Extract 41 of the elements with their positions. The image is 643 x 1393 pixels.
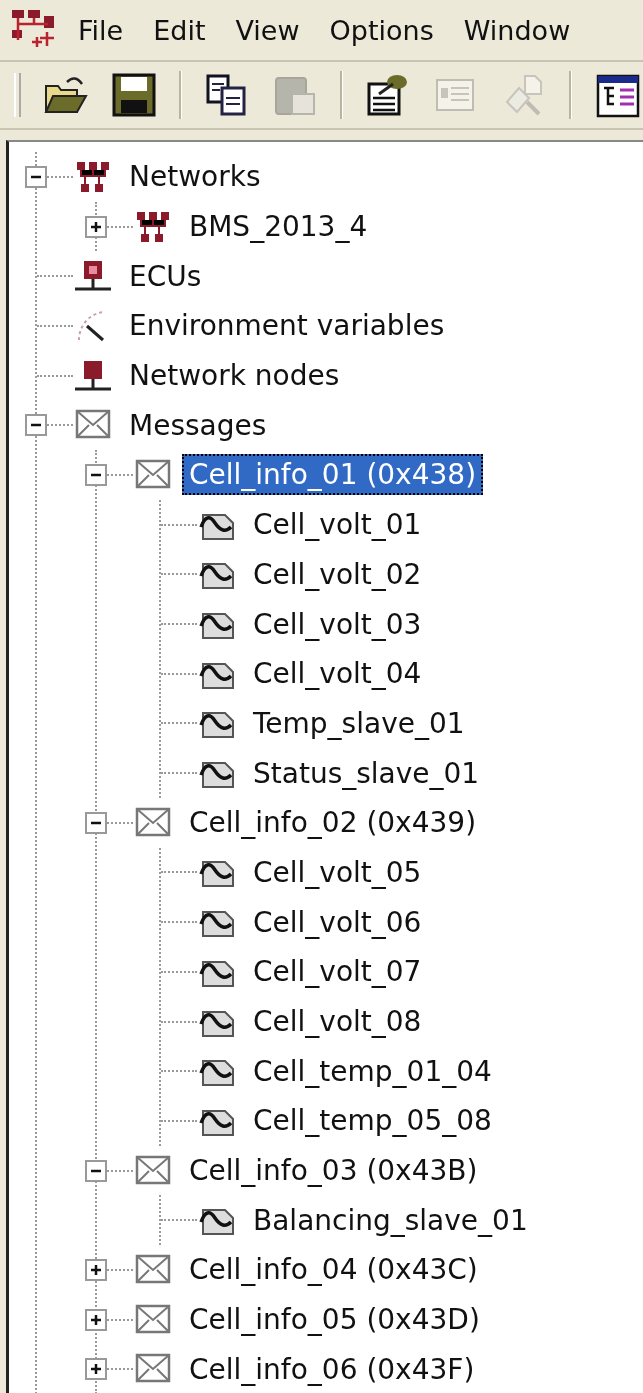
expand-icon[interactable] xyxy=(85,215,107,238)
tree-item[interactable]: Cell_volt_05 xyxy=(246,851,429,893)
tree-item[interactable]: Balancing_slave_01 xyxy=(246,1199,535,1241)
tree-item[interactable]: Cell_volt_01 xyxy=(246,504,429,546)
tree-item[interactable]: BMS_2013_4 xyxy=(182,206,375,248)
tree-item[interactable]: ECUs xyxy=(122,255,209,297)
menu-item[interactable]: File xyxy=(78,14,124,46)
toolbar-grip[interactable] xyxy=(14,73,21,117)
menu-item[interactable]: View xyxy=(235,14,300,46)
tree-item[interactable]: Messages xyxy=(122,404,274,446)
tree-item[interactable]: Cell_volt_02 xyxy=(246,553,429,595)
menu-item[interactable]: Options xyxy=(329,14,434,46)
tree-view-icon[interactable] xyxy=(594,72,640,118)
collapse-icon[interactable] xyxy=(25,165,47,188)
tree-item[interactable]: Cell_temp_05_08 xyxy=(246,1100,499,1142)
tree-item[interactable]: Cell_volt_06 xyxy=(246,901,429,943)
tree-item[interactable]: Cell_info_03 (0x43B) xyxy=(182,1150,485,1192)
collapse-icon[interactable] xyxy=(85,1159,107,1182)
tree-item[interactable]: Cell_volt_08 xyxy=(246,1001,429,1043)
collapse-icon[interactable] xyxy=(25,414,47,437)
expand-icon[interactable] xyxy=(85,1308,107,1331)
tree-item[interactable]: Cell_temp_01_04 xyxy=(246,1050,499,1092)
tree-item[interactable]: Networks xyxy=(122,156,268,198)
tree-item[interactable]: Cell_info_06 (0x43F) xyxy=(182,1348,482,1390)
collapse-icon[interactable] xyxy=(85,463,107,486)
tree-item[interactable]: Cell_volt_04 xyxy=(246,653,429,695)
expand-icon[interactable] xyxy=(85,1258,107,1281)
tree-item[interactable]: Cell_info_01 (0x438) xyxy=(182,454,484,496)
tree-item[interactable]: Network nodes xyxy=(122,355,347,397)
tree-item[interactable]: Status_slave_01 xyxy=(246,752,487,794)
menu-item[interactable]: Edit xyxy=(153,14,206,46)
collapse-icon[interactable] xyxy=(85,811,107,834)
tree-item[interactable]: Temp_slave_01 xyxy=(246,702,472,744)
tree-item[interactable]: Cell_volt_03 xyxy=(246,603,429,645)
tree-item[interactable]: Cell_info_02 (0x439) xyxy=(182,802,484,844)
tree-item[interactable]: Cell_volt_07 xyxy=(246,951,429,993)
expand-icon[interactable] xyxy=(85,1358,107,1381)
tree-item[interactable]: Environment variables xyxy=(122,305,452,347)
tree-item[interactable]: Cell_info_05 (0x43D) xyxy=(182,1299,487,1341)
menu-item[interactable]: Window xyxy=(463,14,571,46)
tree-item[interactable]: Cell_info_04 (0x43C) xyxy=(182,1249,485,1291)
